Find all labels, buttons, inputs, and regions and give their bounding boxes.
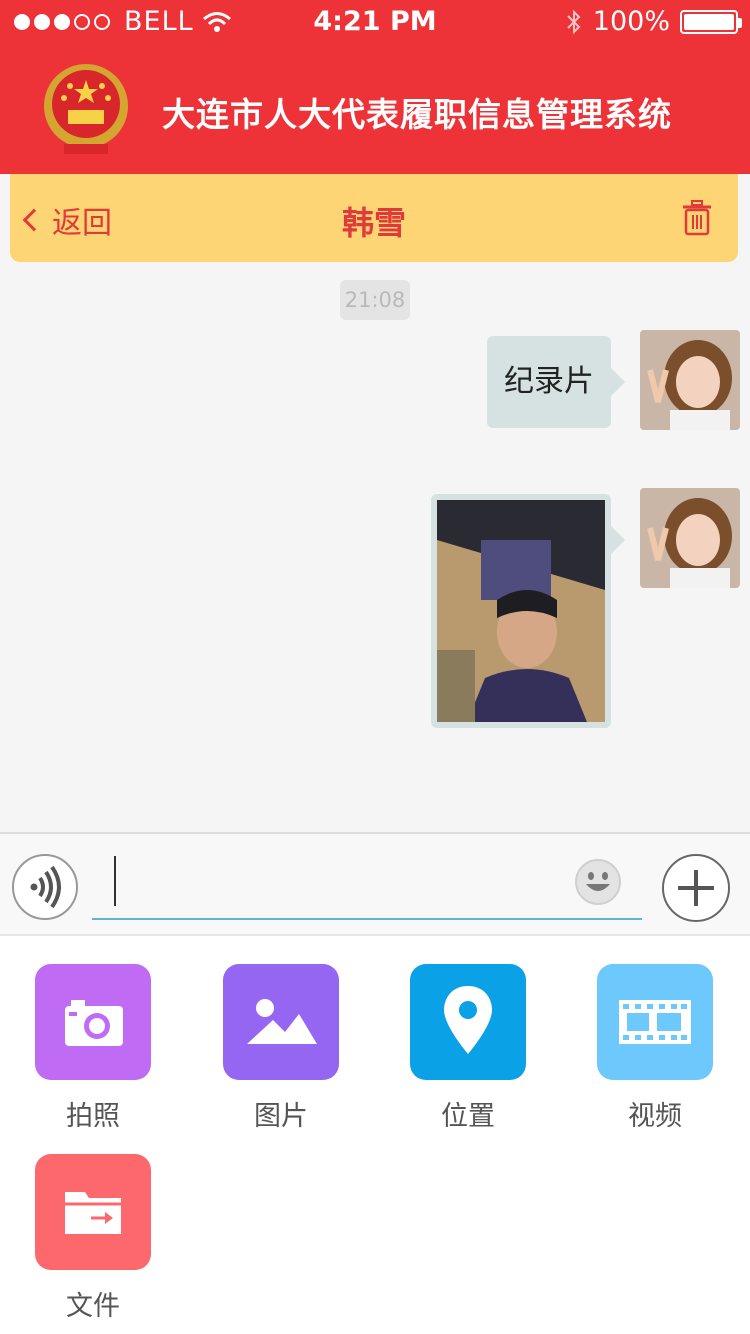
folder-icon <box>35 1154 151 1270</box>
attachment-panel: 拍照 图片 位置 视频 文件 <box>0 936 750 1334</box>
tool-video[interactable]: 视频 <box>596 964 714 1133</box>
film-icon <box>597 964 713 1080</box>
text-caret <box>114 856 116 906</box>
message-input-bar <box>0 832 750 936</box>
message-input[interactable] <box>92 850 642 920</box>
voice-button[interactable] <box>12 854 78 920</box>
app-header: BELL 4:21 PM 100% 大连市人大代表履职信息管理系统 <box>0 0 750 174</box>
status-bar: BELL 4:21 PM 100% <box>0 0 750 44</box>
plus-icon <box>678 870 714 906</box>
tool-label: 位置 <box>441 1101 495 1132</box>
message-bubble-image[interactable] <box>431 494 625 728</box>
tool-label: 视频 <box>628 1101 682 1132</box>
tool-label: 拍照 <box>66 1101 120 1132</box>
image-icon <box>223 964 339 1080</box>
contact-name: 韩雪 <box>341 204 406 242</box>
app-title: 大连市人大代表履职信息管理系统 <box>162 95 672 134</box>
message-bubble-text[interactable]: 纪录片 <box>487 336 625 428</box>
emoji-icon[interactable] <box>574 858 622 906</box>
chat-messages[interactable]: 21:08 纪录片 <box>0 262 750 832</box>
national-emblem-logo <box>44 64 128 154</box>
camera-icon <box>35 964 151 1080</box>
tool-image[interactable]: 图片 <box>222 964 340 1133</box>
avatar[interactable] <box>640 330 740 430</box>
tool-camera[interactable]: 拍照 <box>34 964 152 1133</box>
tool-file[interactable]: 文件 <box>34 1154 152 1323</box>
message-timestamp: 21:08 <box>340 280 410 320</box>
battery-icon <box>680 9 742 34</box>
tool-label: 文件 <box>66 1291 120 1322</box>
tool-label: 图片 <box>254 1101 308 1132</box>
bluetooth-icon <box>567 9 581 34</box>
battery-percent: 100% <box>592 6 670 37</box>
more-options-button[interactable] <box>662 854 730 922</box>
chat-nav-bar: 返回 韩雪 <box>10 174 738 262</box>
status-right: 100% <box>565 6 742 37</box>
location-pin-icon <box>410 964 526 1080</box>
voice-icon <box>30 865 61 909</box>
photo-image <box>437 500 605 722</box>
avatar[interactable] <box>640 488 740 588</box>
tool-location[interactable]: 位置 <box>409 964 527 1133</box>
trash-icon[interactable] <box>682 200 712 236</box>
